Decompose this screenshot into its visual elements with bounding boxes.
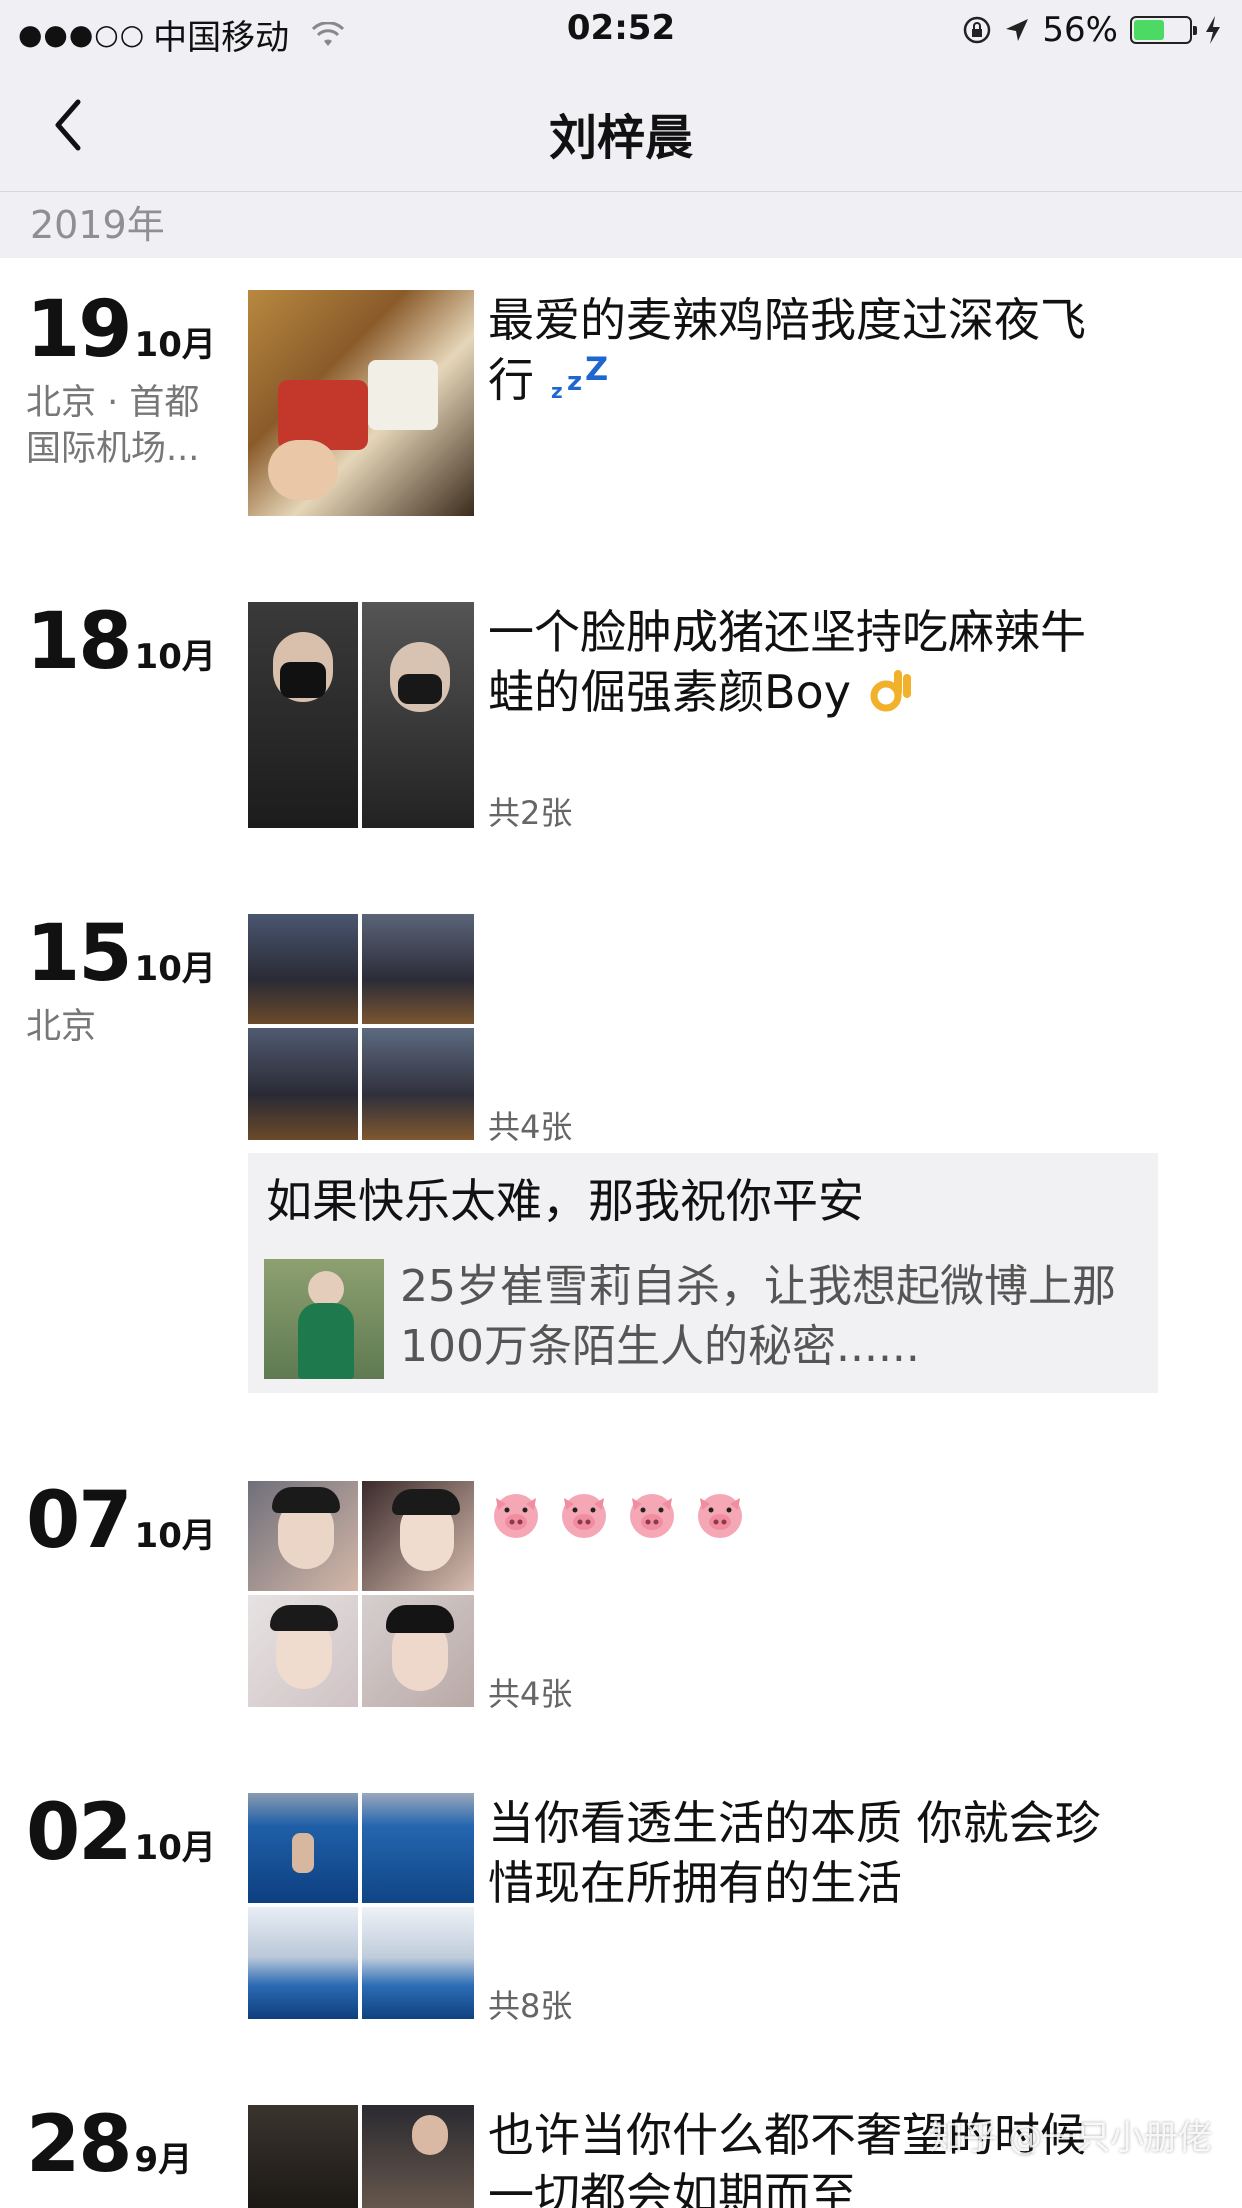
charging-icon [1206, 16, 1220, 44]
entry-location: 北京 [26, 1007, 97, 1047]
post-text [488, 1481, 1128, 1541]
date-block: 07 10月 [26, 1481, 226, 1561]
photo-thumbnail[interactable] [362, 1595, 474, 1707]
photo-thumbnail[interactable] [248, 1028, 358, 1140]
link-description: 25岁崔雪莉自杀，让我想起微博上那100万条陌生人的秘密...... [400, 1261, 1116, 1372]
watermark: 知乎 @一只小册佬 [929, 2118, 1212, 2158]
status-bar: ●●●○○ 中国移动 02:52 56% [0, 0, 1242, 62]
pig-face-icon [692, 1484, 760, 1538]
entry-month: 10月 [134, 1828, 216, 1868]
post-text-content: 一个脸肿成猪还坚持吃麻辣牛蛙的倔强素颜Boy [488, 605, 1086, 719]
pig-face-icon [488, 1484, 556, 1538]
entry-day: 02 [26, 1788, 133, 1878]
photo-thumbnail[interactable] [362, 1907, 474, 2019]
entry-day: 07 [26, 1476, 133, 1566]
entry-day: 18 [26, 597, 133, 687]
post-text: 最爱的麦辣鸡陪我度过深夜飞行 z z Z [488, 290, 1128, 410]
photo-thumbnail[interactable] [362, 1028, 474, 1140]
battery-icon [1130, 16, 1197, 44]
post-text: 当你看透生活的本质 你就会珍惜现在所拥有的生活 [488, 1796, 1101, 1910]
photo-thumbnail[interactable] [248, 1907, 358, 2019]
photo-thumbnails[interactable] [248, 1793, 474, 2019]
photo-thumbnail[interactable] [362, 1481, 474, 1591]
svg-text:Z: Z [585, 352, 608, 388]
photo-count: 共8张 [488, 1987, 573, 2025]
entry-day: 28 [26, 2100, 133, 2190]
ok-hand-icon [870, 670, 911, 712]
status-right: 56% [962, 10, 1222, 50]
rotation-lock-icon [964, 16, 991, 44]
photo-count: 共2张 [488, 794, 573, 832]
shared-link-card[interactable]: 如果快乐太难，那我祝你平安 25岁崔雪莉自杀，让我想起微博上那100万条陌生人的… [248, 1153, 1158, 1393]
pig-face-icon [624, 1484, 692, 1538]
entry-month: 9月 [134, 2140, 193, 2180]
entry-day: 19 [26, 285, 133, 375]
entry-month: 10月 [134, 1516, 216, 1556]
photo-thumbnail[interactable] [362, 602, 474, 828]
photo-thumbnails[interactable] [248, 290, 474, 516]
photo-thumbnail[interactable] [362, 2105, 474, 2208]
link-title: 如果快乐太难，那我祝你平安 [266, 1174, 864, 1228]
post-text: 一个脸肿成猪还坚持吃麻辣牛蛙的倔强素颜Boy [488, 602, 1128, 722]
photo-count: 共4张 [488, 1675, 573, 1713]
entry-month: 10月 [134, 325, 216, 365]
battery-percent: 56% [1042, 10, 1118, 50]
photo-thumbnail[interactable] [248, 1481, 358, 1591]
entry-day: 15 [26, 909, 133, 999]
location-arrow-icon [1006, 19, 1029, 41]
photo-thumbnail[interactable] [248, 2105, 358, 2208]
photo-thumbnails[interactable] [248, 2105, 474, 2208]
photo-thumbnails[interactable] [248, 602, 474, 828]
page-title: 刘梓晨 [548, 110, 693, 166]
pig-face-icon [556, 1484, 624, 1538]
photo-thumbnail[interactable] [248, 290, 474, 516]
photo-thumbnails[interactable] [248, 1481, 474, 1707]
date-block: 15 10月 北京 [26, 914, 226, 1050]
photo-thumbnail[interactable] [248, 602, 358, 828]
photo-count: 共4张 [488, 1108, 573, 1146]
year-header: 2019年 [0, 192, 1242, 258]
photo-thumbnail[interactable] [248, 1595, 358, 1707]
entry-month: 10月 [134, 637, 216, 677]
sleeping-zzz-icon: z z Z [551, 350, 608, 403]
date-block: 28 9月 [26, 2105, 226, 2185]
photo-thumbnail[interactable] [362, 914, 474, 1024]
photo-thumbnail[interactable] [362, 1793, 474, 1903]
entry-month: 10月 [134, 949, 216, 989]
battery-level [1134, 20, 1164, 40]
link-thumbnail [264, 1259, 384, 1379]
date-block: 02 10月 [26, 1793, 226, 1873]
date-block: 19 10月 北京 · 首都国际机场... [26, 290, 226, 472]
photo-thumbnails[interactable] [248, 914, 474, 1140]
photo-thumbnail[interactable] [248, 1793, 358, 1903]
svg-text:z: z [567, 367, 582, 397]
date-block: 18 10月 [26, 602, 226, 682]
svg-text:z: z [551, 379, 563, 402]
photo-thumbnail[interactable] [248, 914, 358, 1024]
navigation-bar: 刘梓晨 [0, 62, 1242, 192]
entry-location: 北京 · 首都国际机场... [26, 383, 200, 469]
